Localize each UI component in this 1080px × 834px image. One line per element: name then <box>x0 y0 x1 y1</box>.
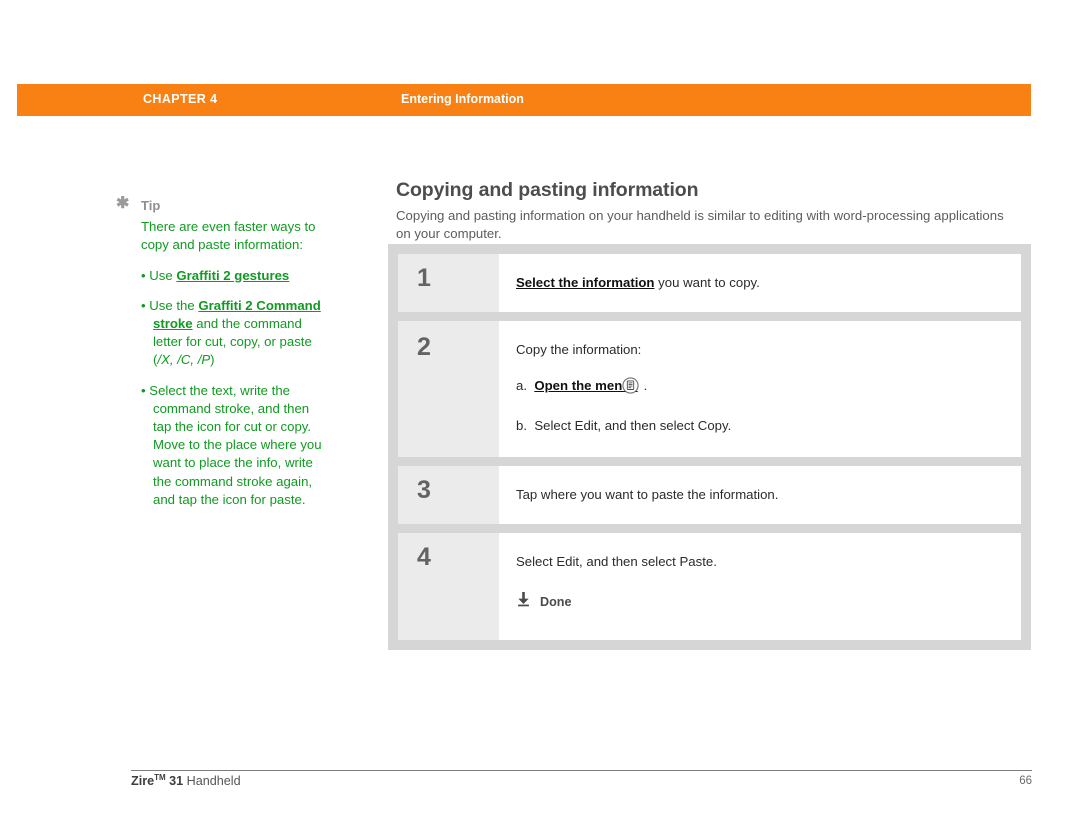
tip-intro-text: There are even faster ways to copy and p… <box>141 219 316 253</box>
step-content: Select Edit, and then select Paste. Done <box>499 533 1021 640</box>
step-number: 3 <box>398 466 499 524</box>
step-content: Copy the information: a. Open the menus.… <box>499 321 1021 457</box>
graffiti-gestures-link[interactable]: Graffiti 2 gestures <box>176 268 289 283</box>
tip-bullet-2: • Use the Graffiti 2 Command stroke and … <box>141 297 326 370</box>
step-2-subline-b-marker: b. <box>516 418 527 433</box>
step-2-line: Copy the information: <box>516 342 642 357</box>
tip-header: ✱ Tip <box>116 195 326 215</box>
tip-bullet-2-prefix: • Use the <box>141 297 199 313</box>
intro-paragraph: Copying and pasting information on your … <box>396 208 1004 241</box>
header-section-label: Entering Information <box>401 92 524 106</box>
footer-divider <box>131 770 1032 771</box>
table-row: 1 Select the information you want to cop… <box>398 254 1021 312</box>
header-chapter-label: CHAPTER 4 <box>143 92 218 106</box>
table-row: 3 Tap where you want to paste the inform… <box>398 466 1021 524</box>
tip-callout: ✱ Tip There are even faster ways to copy… <box>116 195 326 521</box>
footer-product-name: Zire <box>131 774 155 788</box>
step-2-subline-b: b. Select Edit, and then select Copy. <box>516 417 1003 435</box>
tip-bullet-3: • Select the text, write the command str… <box>141 382 322 507</box>
tip-title: Tip <box>141 198 161 213</box>
tip-bullet-2-tail: ) <box>210 352 215 368</box>
done-label: Done <box>540 594 572 609</box>
tip-bullet-1-prefix: • Use <box>141 267 177 283</box>
step-2-subline-a: a. Open the menus. <box>516 377 1003 399</box>
step-number: 2 <box>398 321 499 457</box>
step-1-text: you want to copy. <box>654 275 760 290</box>
steps-table: 1 Select the information you want to cop… <box>388 244 1031 650</box>
download-arrow-icon <box>516 591 531 612</box>
step-3-line: Tap where you want to paste the informat… <box>516 487 779 502</box>
step-2-subline-a-marker: a. <box>516 378 527 393</box>
step-2-subline-b-text: Select Edit, and then select Copy. <box>534 418 732 433</box>
chapter-header-bar: CHAPTER 4 Entering Information <box>17 84 1031 116</box>
step-4-line: Select Edit, and then select Paste. <box>516 554 717 569</box>
step-2-subline-a-tail: . <box>643 378 648 393</box>
step-content: Tap where you want to paste the informat… <box>499 466 1021 524</box>
footer-model: 31 <box>165 774 184 788</box>
tip-bullet-1: • Use Graffiti 2 gestures <box>141 267 326 285</box>
table-row: 2 Copy the information: a. Open the menu… <box>398 321 1021 457</box>
page-title: Copying and pasting information <box>396 179 699 202</box>
step-content: Select the information you want to copy. <box>499 254 1021 312</box>
step-number: 4 <box>398 533 499 640</box>
page-number: 66 <box>1019 775 1032 787</box>
tip-bullet-2-italic: /X, /C, /P <box>157 352 211 368</box>
footer-product-suffix: Handheld <box>183 774 241 788</box>
done-marker: Done <box>516 591 1003 612</box>
asterisk-icon: ✱ <box>116 195 130 212</box>
tip-body: There are even faster ways to copy and p… <box>116 218 326 509</box>
footer-trademark: TM <box>154 773 166 782</box>
step-1-line: Select the information you want to copy. <box>516 274 1003 292</box>
select-the-information-link[interactable]: Select the information <box>516 275 655 290</box>
table-row: 4 Select Edit, and then select Paste. Do… <box>398 533 1021 640</box>
footer-product-label: ZireTM 31 Handheld <box>131 773 241 788</box>
step-number: 1 <box>398 254 499 312</box>
